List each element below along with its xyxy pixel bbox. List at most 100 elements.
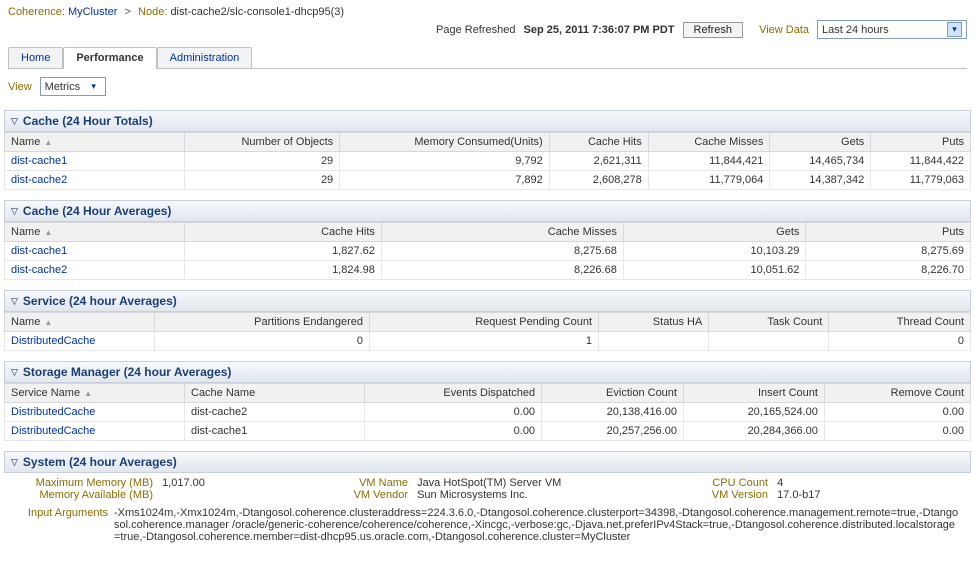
col-mem[interactable]: Memory Consumed(Units): [340, 133, 550, 152]
view-row: View Metrics ▾: [0, 69, 975, 104]
sort-asc-icon: ▲: [84, 389, 92, 398]
cell: 9,792: [340, 152, 550, 171]
col-puts[interactable]: Puts: [806, 223, 971, 242]
view-label: View: [8, 81, 32, 93]
cell: 0.00: [365, 422, 542, 441]
page-refreshed-label: Page Refreshed: [436, 24, 516, 36]
refresh-button[interactable]: Refresh: [683, 22, 744, 38]
system-max-mem-label: Maximum Memory (MB): [14, 477, 159, 489]
system-vm-vendor-val: Sun Microsystems Inc.: [417, 489, 528, 501]
service-link[interactable]: DistributedCache: [5, 422, 185, 441]
system-cpu-count-label: CPU Count: [694, 477, 774, 489]
col-misses[interactable]: Cache Misses: [381, 223, 623, 242]
section-header-cache-totals[interactable]: ▽ Cache (24 Hour Totals): [4, 110, 971, 132]
metrics-value: Metrics: [45, 81, 80, 93]
breadcrumb-cluster-link[interactable]: MyCluster: [68, 6, 118, 18]
service-link[interactable]: DistributedCache: [5, 332, 155, 351]
cell: 10,051.62: [623, 261, 806, 280]
col-cache[interactable]: Cache Name: [185, 384, 365, 403]
col-events[interactable]: Events Dispatched: [365, 384, 542, 403]
cell: 10,103.29: [623, 242, 806, 261]
col-svc[interactable]: Service Name▲: [5, 384, 185, 403]
table-storage-mgr: Service Name▲ Cache Name Events Dispatch…: [4, 383, 971, 441]
cell: 8,226.68: [381, 261, 623, 280]
section-storage-mgr: ▽ Storage Manager (24 hour Averages) Ser…: [4, 361, 971, 441]
view-data-select[interactable]: Last 24 hours ▾: [817, 20, 967, 39]
cell: 14,387,342: [770, 171, 871, 190]
system-vm-vendor-label: VM Vendor: [334, 489, 414, 501]
table-row: dist-cache1 1,827.62 8,275.68 10,103.29 …: [5, 242, 971, 261]
section-service-avgs: ▽ Service (24 hour Averages) Name▲ Parti…: [4, 290, 971, 351]
col-statusha[interactable]: Status HA: [599, 313, 709, 332]
section-title: Service (24 hour Averages): [23, 294, 177, 308]
cell: dist-cache1: [185, 422, 365, 441]
table-row: dist-cache2 29 7,892 2,608,278 11,779,06…: [5, 171, 971, 190]
cache-link[interactable]: dist-cache2: [5, 261, 185, 280]
section-header-storage-mgr[interactable]: ▽ Storage Manager (24 hour Averages): [4, 361, 971, 383]
cell: 2,608,278: [549, 171, 648, 190]
col-insert[interactable]: Insert Count: [683, 384, 824, 403]
section-header-service-avgs[interactable]: ▽ Service (24 hour Averages): [4, 290, 971, 312]
col-name[interactable]: Name▲: [5, 313, 155, 332]
header-row: Page Refreshed Sep 25, 2011 7:36:07 PM P…: [0, 18, 975, 45]
col-remove[interactable]: Remove Count: [824, 384, 970, 403]
table-cache-avgs: Name▲ Cache Hits Cache Misses Gets Puts …: [4, 222, 971, 280]
breadcrumb-node: dist-cache2/slc-console1-dhcp95(3): [170, 6, 344, 18]
cell: 8,226.70: [806, 261, 971, 280]
cache-link[interactable]: dist-cache1: [5, 242, 185, 261]
table-row: DistributedCache dist-cache1 0.00 20,257…: [5, 422, 971, 441]
col-pending[interactable]: Request Pending Count: [369, 313, 598, 332]
section-system: ▽ System (24 hour Averages) Maximum Memo…: [4, 451, 971, 543]
cache-link[interactable]: dist-cache2: [5, 171, 185, 190]
tab-home[interactable]: Home: [8, 47, 63, 68]
breadcrumb: Coherence: MyCluster > Node: dist-cache2…: [0, 0, 975, 18]
section-cache-avgs: ▽ Cache (24 Hour Averages) Name▲ Cache H…: [4, 200, 971, 280]
cell: 20,284,366.00: [683, 422, 824, 441]
cell: 20,165,524.00: [683, 403, 824, 422]
tab-administration[interactable]: Administration: [157, 47, 253, 68]
system-input-args-val: -Xms1024m,-Xmx1024m,-Dtangosol.coherence…: [114, 507, 961, 543]
col-gets[interactable]: Gets: [623, 223, 806, 242]
sort-asc-icon: ▲: [44, 138, 52, 147]
cell: 11,779,063: [871, 171, 971, 190]
cache-link[interactable]: dist-cache1: [5, 152, 185, 171]
cell: 1,827.62: [185, 242, 382, 261]
service-link[interactable]: DistributedCache: [5, 403, 185, 422]
section-header-system[interactable]: ▽ System (24 hour Averages): [4, 451, 971, 473]
metrics-select[interactable]: Metrics ▾: [40, 77, 106, 96]
cell: 0.00: [824, 422, 970, 441]
section-header-cache-avgs[interactable]: ▽ Cache (24 Hour Averages): [4, 200, 971, 222]
chevron-down-icon: ▾: [947, 22, 962, 37]
disclose-icon: ▽: [11, 367, 18, 378]
cell: [599, 332, 709, 351]
disclose-icon: ▽: [11, 457, 18, 468]
col-partitions[interactable]: Partitions Endangered: [155, 313, 370, 332]
sort-asc-icon: ▲: [44, 318, 52, 327]
col-eviction[interactable]: Eviction Count: [542, 384, 684, 403]
cell: 0.00: [824, 403, 970, 422]
section-cache-totals: ▽ Cache (24 Hour Totals) Name▲ Number of…: [4, 110, 971, 190]
col-name[interactable]: Name▲: [5, 223, 185, 242]
col-name[interactable]: Name▲: [5, 133, 185, 152]
disclose-icon: ▽: [11, 206, 18, 217]
cell: 29: [185, 152, 340, 171]
col-gets[interactable]: Gets: [770, 133, 871, 152]
col-objs[interactable]: Number of Objects: [185, 133, 340, 152]
col-hits[interactable]: Cache Hits: [185, 223, 382, 242]
cell: 20,257,256.00: [542, 422, 684, 441]
system-input-args-label: Input Arguments: [14, 507, 114, 543]
col-hits[interactable]: Cache Hits: [549, 133, 648, 152]
col-thread[interactable]: Thread Count: [829, 313, 971, 332]
col-puts[interactable]: Puts: [871, 133, 971, 152]
system-vm-name-label: VM Name: [334, 477, 414, 489]
col-misses[interactable]: Cache Misses: [648, 133, 770, 152]
tabs: Home Performance Administration: [8, 45, 967, 69]
breadcrumb-node-label: Node:: [138, 6, 167, 18]
cell: 11,844,421: [648, 152, 770, 171]
view-data-label: View Data: [759, 24, 809, 36]
cell: 0: [829, 332, 971, 351]
breadcrumb-coherence-label: Coherence:: [8, 6, 65, 18]
tab-performance[interactable]: Performance: [63, 47, 156, 68]
col-task[interactable]: Task Count: [709, 313, 829, 332]
table-row: dist-cache2 1,824.98 8,226.68 10,051.62 …: [5, 261, 971, 280]
